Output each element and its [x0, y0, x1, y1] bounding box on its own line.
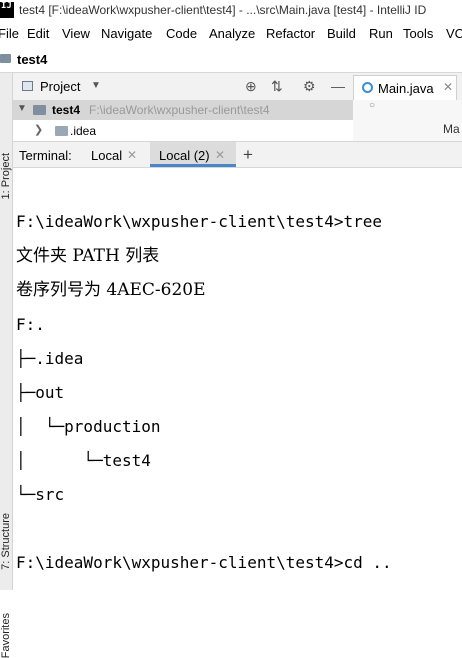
crosshair-icon[interactable]: ⊕ — [245, 78, 257, 95]
project-panel-header: Project ▼ ⊕ ⇅ ⚙ — — [13, 73, 353, 101]
terminal-line: ├─.idea — [16, 349, 84, 368]
terminal-title: Terminal: — [19, 148, 72, 163]
terminal-tab-local-2[interactable]: Local (2) ✕ — [150, 142, 236, 167]
chevron-down-icon[interactable]: ▼ — [91, 80, 101, 91]
gear-icon[interactable]: ⚙ — [303, 78, 316, 95]
terminal-tab-label: Local (2) — [159, 148, 210, 163]
terminal-tab-label: Local — [91, 148, 123, 163]
terminal-line: 卷序列号为 4AEC-620E — [16, 280, 206, 300]
terminal-line: │ └─test4 — [16, 451, 151, 470]
folder-icon — [0, 54, 11, 63]
tree-row-idea[interactable]: ❯ .idea — [13, 121, 353, 141]
tree-root-name: test4 — [52, 103, 81, 117]
java-class-icon — [362, 82, 373, 93]
close-icon[interactable]: ✕ — [215, 148, 225, 162]
minus-icon[interactable]: — — [331, 78, 345, 94]
terminal-tab-bar: Terminal: Local ✕ Local (2) ✕ + — [13, 141, 462, 168]
terminal-line: F:. — [16, 315, 45, 334]
tree-item-name: .idea — [70, 124, 97, 138]
terminal-tab-local[interactable]: Local ✕ — [83, 142, 145, 167]
editor-tab-main-java[interactable]: Main.java ✕ — [353, 75, 457, 100]
menu-tools[interactable]: Tools — [403, 26, 433, 41]
plus-icon[interactable]: + — [243, 145, 253, 165]
menu-file[interactable]: File — [0, 26, 19, 41]
project-tool-button[interactable]: 1: Project — [0, 153, 12, 199]
menu-view[interactable]: View — [62, 26, 90, 41]
navigation-bar: test4 — [0, 48, 462, 73]
nav-project-crumb[interactable]: test4 — [17, 52, 47, 67]
terminal-line: │ └─production — [16, 417, 161, 436]
editor-tab-bar: Main.java ✕ — [353, 73, 462, 101]
editor-tab-label: Main.java — [378, 81, 434, 96]
intellij-icon: IJ — [0, 2, 14, 18]
menu-edit[interactable]: Edit — [27, 26, 49, 41]
editor-area[interactable]: ○ Ma — [353, 100, 462, 141]
menu-bar: File Edit View Navigate Code Analyze Ref… — [0, 24, 462, 44]
terminal-output[interactable]: F:\ideaWork\wxpusher-client\test4>tree 文… — [13, 168, 462, 590]
terminal-line: ├─out — [16, 383, 65, 402]
close-icon[interactable]: ✕ — [443, 80, 453, 94]
tree-row-test4[interactable]: ▼ test4 F:\ideaWork\wxpusher-client\test… — [13, 100, 353, 120]
gutter-icon: ○ — [369, 100, 376, 111]
title-bar: IJ test4 [F:\ideaWork\wxpusher-client\te… — [0, 0, 462, 22]
menu-code[interactable]: Code — [166, 26, 197, 41]
terminal-line: └─src — [16, 485, 65, 504]
chevron-right-icon[interactable]: ❯ — [34, 123, 43, 136]
menu-build[interactable]: Build — [327, 26, 356, 41]
collapse-all-icon[interactable]: ⇅ — [271, 78, 283, 95]
left-tool-stripe: 1: Project 7: Structure Favorites — [0, 73, 13, 658]
chevron-down-icon[interactable]: ▼ — [17, 103, 27, 114]
project-view-selector[interactable]: Project — [40, 79, 80, 94]
folder-icon — [55, 126, 68, 136]
structure-tool-button[interactable]: 7: Structure — [0, 513, 12, 570]
editor-breadcrumb[interactable]: Ma — [443, 122, 460, 136]
folder-icon — [33, 105, 46, 115]
menu-run[interactable]: Run — [369, 26, 393, 41]
close-icon[interactable]: ✕ — [127, 148, 137, 162]
menu-refactor[interactable]: Refactor — [266, 26, 315, 41]
menu-navigate[interactable]: Navigate — [101, 26, 152, 41]
project-view-icon — [22, 81, 33, 91]
menu-vcs[interactable]: VC — [446, 26, 462, 41]
terminal-line: F:\ideaWork\wxpusher-client\test4>tree — [16, 212, 383, 231]
menu-analyze[interactable]: Analyze — [209, 26, 255, 41]
tree-root-path: F:\ideaWork\wxpusher-client\test4 — [89, 103, 270, 117]
terminal-line: F:\ideaWork\wxpusher-client\test4>cd .. — [16, 553, 392, 572]
terminal-line: 文件夹 PATH 列表 — [16, 246, 160, 266]
window-title: test4 [F:\ideaWork\wxpusher-client\test4… — [19, 3, 427, 17]
favorites-tool-button[interactable]: Favorites — [0, 613, 12, 658]
